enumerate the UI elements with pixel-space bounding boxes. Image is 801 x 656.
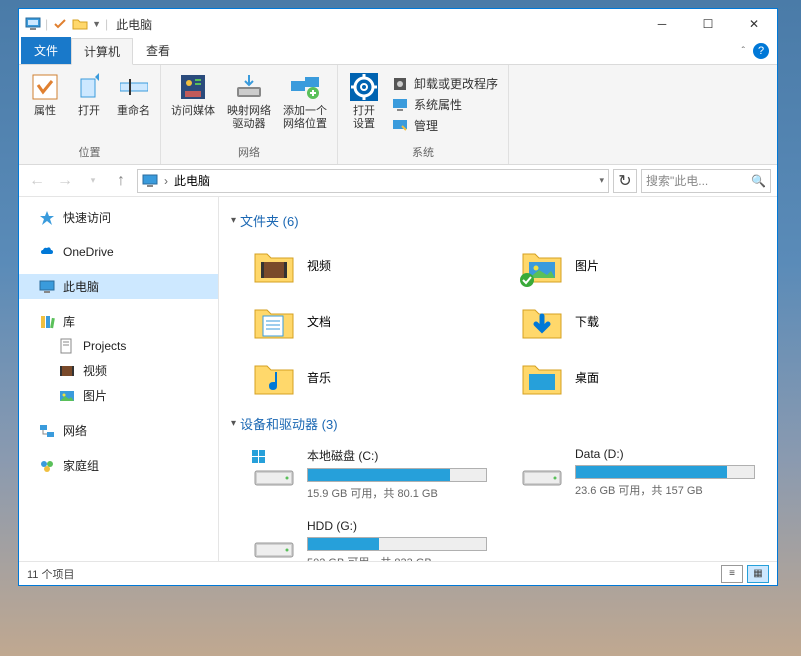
drive-name: 本地磁盘 (C:) xyxy=(307,447,493,464)
drive-usage-bar xyxy=(575,465,755,479)
sidebar-item-homegroup[interactable]: 家庭组 xyxy=(19,453,218,478)
address-dropdown[interactable]: ▾ xyxy=(599,175,604,186)
recent-dropdown[interactable]: ▾ xyxy=(81,169,105,193)
drive-name: HDD (G:) xyxy=(307,519,493,533)
up-button[interactable]: ↑ xyxy=(109,169,133,193)
status-text: 11 个项目 xyxy=(27,566,74,582)
system-properties-button[interactable]: 系统属性 xyxy=(392,96,498,113)
view-tiles-button[interactable]: ▦ xyxy=(747,565,769,583)
ribbon-group-system: 系统 xyxy=(342,142,504,162)
tab-computer[interactable]: 计算机 xyxy=(71,38,133,65)
search-icon: 🔍 xyxy=(751,174,766,188)
drive-usage-text: 15.9 GB 可用，共 80.1 GB xyxy=(307,485,493,501)
media-button[interactable]: 访问媒体 xyxy=(165,67,221,142)
explorer-window: | ▼ | 此电脑 ─ ☐ ✕ 文件 计算机 查看 ˆ ? 属性 xyxy=(18,8,778,586)
maximize-button[interactable]: ☐ xyxy=(685,9,731,39)
close-button[interactable]: ✕ xyxy=(731,9,777,39)
forward-button[interactable]: → xyxy=(53,169,77,193)
ribbon: 属性 打开 重命名 位置 访问媒体 xyxy=(19,65,777,165)
rename-button[interactable]: 重命名 xyxy=(111,67,156,142)
open-button[interactable]: 打开 xyxy=(67,67,111,142)
qat-dropdown[interactable]: ▼ xyxy=(92,19,101,29)
refresh-button[interactable]: ↻ xyxy=(613,169,637,193)
help-icon[interactable]: ? xyxy=(753,43,769,59)
ribbon-group-location: 位置 xyxy=(23,142,156,162)
back-button[interactable]: ← xyxy=(25,169,49,193)
drive-name: Data (D:) xyxy=(575,447,761,461)
ribbon-collapse-icon[interactable]: ˆ xyxy=(742,46,745,57)
ribbon-group-network: 网络 xyxy=(165,142,333,162)
drive-usage-bar xyxy=(307,468,487,482)
search-placeholder: 搜索"此电... xyxy=(646,172,708,189)
address-bar: ← → ▾ ↑ › 此电脑 ▾ ↻ 搜索"此电... 🔍 xyxy=(19,165,777,197)
window-title: 此电脑 xyxy=(116,16,152,33)
sidebar-item-projects[interactable]: Projects xyxy=(19,334,218,358)
section-folders[interactable]: 文件夹 (6) xyxy=(231,211,765,230)
sidebar-item-network[interactable]: 网络 xyxy=(19,418,218,443)
drive-item[interactable]: HDD (G:) 502 GB 可用，共 833 GB xyxy=(249,515,497,561)
properties-button[interactable]: 属性 xyxy=(23,67,67,142)
minimize-button[interactable]: ─ xyxy=(639,9,685,39)
folder-desktop[interactable]: 桌面 xyxy=(517,352,765,402)
address-input[interactable]: › 此电脑 ▾ xyxy=(137,169,609,193)
section-drives[interactable]: 设备和驱动器 (3) xyxy=(231,414,765,433)
drive-item[interactable]: 本地磁盘 (C:) 15.9 GB 可用，共 80.1 GB xyxy=(249,443,497,505)
sidebar-item-this-pc[interactable]: 此电脑 xyxy=(19,274,218,299)
ribbon-tabs: 文件 计算机 查看 ˆ ? xyxy=(19,39,777,65)
sidebar-item-libraries[interactable]: 库 xyxy=(19,309,218,334)
folder-documents[interactable]: 文档 xyxy=(249,296,497,346)
sidebar-item-onedrive[interactable]: OneDrive xyxy=(19,240,218,264)
settings-button[interactable]: 打开 设置 xyxy=(342,67,386,142)
drive-usage-text: 502 GB 可用，共 833 GB xyxy=(307,554,493,561)
titlebar: | ▼ | 此电脑 ─ ☐ ✕ xyxy=(19,9,777,39)
divider: | xyxy=(45,17,48,31)
drive-icon xyxy=(521,459,563,489)
folder-music[interactable]: 音乐 xyxy=(249,352,497,402)
divider: | xyxy=(105,17,108,31)
view-details-button[interactable]: ≡ xyxy=(721,565,743,583)
chevron-right-icon: › xyxy=(164,174,168,188)
drive-usage-bar xyxy=(307,537,487,551)
computer-icon xyxy=(25,16,41,32)
sidebar-item-videos[interactable]: 视频 xyxy=(19,358,218,383)
drive-item[interactable]: Data (D:) 23.6 GB 可用，共 157 GB xyxy=(517,443,765,505)
folder-downloads[interactable]: 下载 xyxy=(517,296,765,346)
map-drive-button[interactable]: 映射网络 驱动器 xyxy=(221,67,277,142)
manage-button[interactable]: 管理 xyxy=(392,117,498,134)
folder-small-icon[interactable] xyxy=(72,16,88,32)
statusbar: 11 个项目 ≡ ▦ xyxy=(19,561,777,585)
search-input[interactable]: 搜索"此电... 🔍 xyxy=(641,169,771,193)
computer-icon xyxy=(142,173,158,189)
checkmark-icon[interactable] xyxy=(52,16,68,32)
uninstall-button[interactable]: 卸载或更改程序 xyxy=(392,75,498,92)
tab-file[interactable]: 文件 xyxy=(21,37,71,64)
drive-icon xyxy=(253,531,295,561)
drive-usage-text: 23.6 GB 可用，共 157 GB xyxy=(575,482,761,498)
add-location-button[interactable]: 添加一个 网络位置 xyxy=(277,67,333,142)
address-path: 此电脑 xyxy=(174,172,210,189)
sidebar: 快速访问 OneDrive 此电脑 库 Projects 视频 图片 网络 家庭… xyxy=(19,197,219,561)
folder-pictures[interactable]: 图片 xyxy=(517,240,765,290)
folder-videos[interactable]: 视频 xyxy=(249,240,497,290)
tab-view[interactable]: 查看 xyxy=(133,37,183,64)
sidebar-item-pictures[interactable]: 图片 xyxy=(19,383,218,408)
sidebar-item-quick-access[interactable]: 快速访问 xyxy=(19,205,218,230)
content-area: 文件夹 (6) 视频 图片 文档 下载 xyxy=(219,197,777,561)
